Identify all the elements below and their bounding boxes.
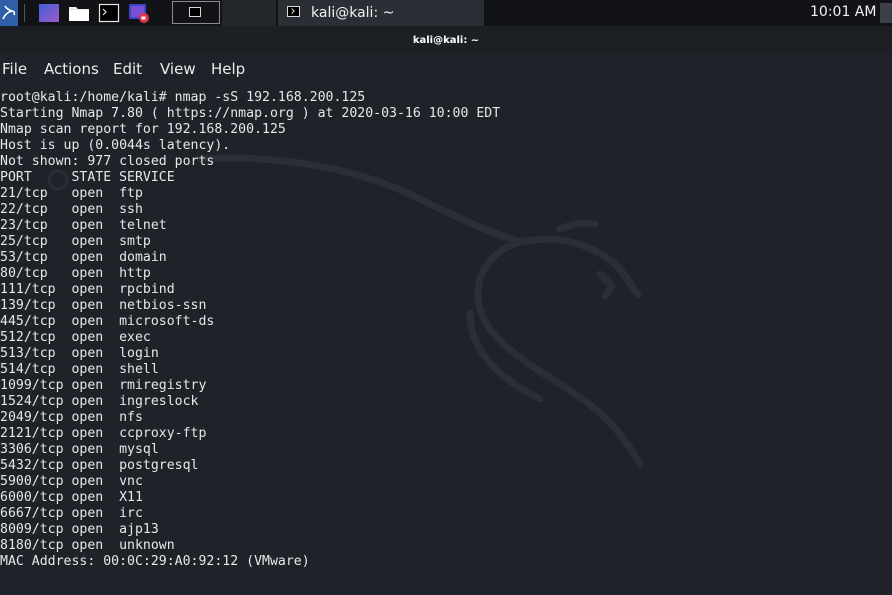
terminal-line: 513/tcp open login — [0, 346, 159, 361]
menu-view[interactable]: View — [160, 59, 196, 79]
terminal-line: MAC Address: 00:0C:29:A0:92:12 (VMware) — [0, 554, 310, 569]
taskbar-window-button[interactable] — [172, 1, 220, 24]
screen-recorder-icon[interactable] — [128, 2, 150, 24]
terminal-line: 514/tcp open shell — [0, 362, 159, 377]
terminal-line: Host is up (0.0044s latency). — [0, 138, 231, 153]
files-icon[interactable] — [68, 2, 90, 24]
taskbar: kali@kali: ~ 10:01 AM — [0, 0, 892, 26]
terminal-line: 1524/tcp open ingreslock — [0, 394, 199, 409]
terminal-line: 139/tcp open netbios-ssn — [0, 298, 207, 313]
terminal-line: 6667/tcp open irc — [0, 506, 143, 521]
window-titlebar[interactable]: kali@kali: ~ — [0, 26, 892, 54]
kali-menu-icon[interactable] — [0, 0, 18, 26]
terminal-line: 1099/tcp open rmiregistry — [0, 378, 207, 393]
clock[interactable]: 10:01 AM — [810, 0, 876, 24]
terminal-line: 111/tcp open rpcbind — [0, 282, 175, 297]
menu-edit[interactable]: Edit — [113, 59, 142, 79]
terminal-line: 2121/tcp open ccproxy-ftp — [0, 426, 207, 441]
terminal-line: 8180/tcp open unknown — [0, 538, 175, 553]
terminal-line: 6000/tcp open X11 — [0, 490, 143, 505]
desktop-icon[interactable] — [38, 2, 60, 24]
terminal-line: 512/tcp open exec — [0, 330, 151, 345]
terminal-line: 53/tcp open domain — [0, 250, 167, 265]
command-line: root@kali:/home/kali# nmap -sS 192.168.2… — [0, 90, 366, 105]
terminal-line: 445/tcp open microsoft-ds — [0, 314, 215, 329]
terminal-line: 22/tcp open ssh — [0, 202, 143, 217]
terminal-area[interactable]: root@kali:/home/kali# nmap -sS 192.168.2… — [0, 84, 892, 595]
menu-help[interactable]: Help — [211, 59, 245, 79]
menu-file[interactable]: File — [2, 59, 27, 79]
terminal-line: 25/tcp open smtp — [0, 234, 151, 249]
terminal-line: 2049/tcp open nfs — [0, 410, 143, 425]
taskbar-terminal-window[interactable]: kali@kali: ~ — [278, 0, 484, 26]
panel-action-button[interactable] — [880, 3, 892, 23]
terminal-line: 5432/tcp open postgresql — [0, 458, 199, 473]
menu-actions[interactable]: Actions — [44, 59, 99, 79]
terminal-line: 23/tcp open telnet — [0, 218, 167, 233]
window-icon — [189, 7, 201, 17]
terminal-output: root@kali:/home/kali# nmap -sS 192.168.2… — [0, 90, 500, 570]
menubar: File Actions Edit View Help — [0, 54, 892, 84]
taskbar-window-title: kali@kali: ~ — [311, 5, 395, 21]
terminal-line: 8009/tcp open ajp13 — [0, 522, 159, 537]
terminal-line: 80/tcp open http — [0, 266, 151, 281]
terminal-line: Not shown: 977 closed ports — [0, 154, 215, 169]
taskbar-spacer — [222, 0, 276, 26]
terminal-line: PORT STATE SERVICE — [0, 170, 175, 185]
terminal-line: Nmap scan report for 192.168.200.125 — [0, 122, 286, 137]
panel-separator — [24, 4, 25, 22]
window-title: kali@kali: ~ — [412, 35, 480, 46]
terminal-line: 3306/tcp open mysql — [0, 442, 159, 457]
terminal-window-icon — [287, 6, 300, 17]
terminal-line: 5900/tcp open vnc — [0, 474, 143, 489]
terminal-line: 21/tcp open ftp — [0, 186, 143, 201]
terminal-icon[interactable] — [98, 2, 120, 24]
terminal-line: Starting Nmap 7.80 ( https://nmap.org ) … — [0, 106, 501, 121]
